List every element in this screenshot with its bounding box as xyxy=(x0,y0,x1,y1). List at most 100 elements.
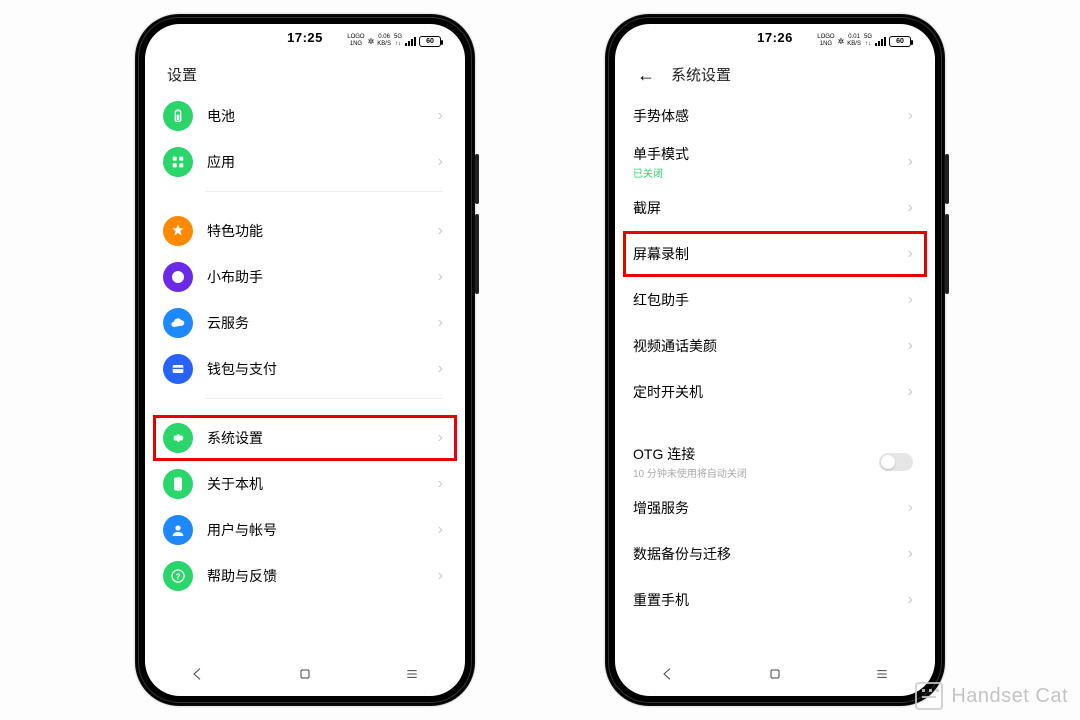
side-button xyxy=(945,214,949,294)
row-label: 系统设置 xyxy=(207,428,438,448)
settings-row[interactable]: 截屏› xyxy=(629,185,921,231)
row-text: 钱包与支付 xyxy=(207,359,438,379)
row-label: 增强服务 xyxy=(633,498,908,518)
status-time: 17:26 xyxy=(757,30,793,45)
row-text: 特色功能 xyxy=(207,221,438,241)
chevron-right-icon: › xyxy=(908,545,913,563)
nav-back[interactable] xyxy=(660,666,676,687)
row-text: 用户与帐号 xyxy=(207,520,438,540)
bt-icon: ✲ xyxy=(838,37,845,46)
watermark-logo-icon xyxy=(915,682,943,710)
screen-left: 17:25 LOGO1NG ✲ 0.06KB/S 5G↑↓ 60 设置 电池›应… xyxy=(145,24,465,696)
settings-row[interactable]: 重置手机› xyxy=(629,577,921,623)
watermark: Handset Cat xyxy=(915,682,1068,710)
net-label: LOGO1NG xyxy=(817,34,834,48)
chevron-right-icon: › xyxy=(908,499,913,517)
row-label: 截屏 xyxy=(633,198,908,218)
row-text: 小布助手 xyxy=(207,267,438,287)
settings-row[interactable]: 钱包与支付› xyxy=(159,346,451,392)
row-label: 手势体感 xyxy=(633,106,908,126)
chevron-right-icon: › xyxy=(438,107,443,125)
row-text: 重置手机 xyxy=(633,590,908,610)
row-label: 数据备份与迁移 xyxy=(633,544,908,564)
battery-icon xyxy=(163,101,193,131)
nav-home[interactable] xyxy=(297,666,313,687)
settings-row[interactable]: 增强服务› xyxy=(629,485,921,531)
row-text: OTG 连接10 分钟未使用将自动关闭 xyxy=(633,444,879,480)
svg-text:?: ? xyxy=(176,572,181,581)
cloud-icon xyxy=(163,308,193,338)
row-text: 红包助手 xyxy=(633,290,908,310)
nav-back[interactable] xyxy=(190,666,206,687)
settings-row[interactable]: 数据备份与迁移› xyxy=(629,531,921,577)
row-text: 关于本机 xyxy=(207,474,438,494)
settings-row[interactable]: 系统设置› xyxy=(159,415,451,461)
chevron-right-icon: › xyxy=(438,153,443,171)
row-label: OTG 连接 xyxy=(633,444,879,464)
settings-row[interactable]: 电池› xyxy=(159,93,451,139)
settings-list[interactable]: 电池›应用›特色功能›小布助手›云服务›钱包与支付›系统设置›关于本机›用户与帐… xyxy=(145,93,465,656)
row-text: 视频通话美颜 xyxy=(633,336,908,356)
settings-row[interactable]: 关于本机› xyxy=(159,461,451,507)
row-text: 数据备份与迁移 xyxy=(633,544,908,564)
settings-row[interactable]: 应用› xyxy=(159,139,451,185)
settings-row[interactable]: 特色功能› xyxy=(159,208,451,254)
status-bar: 17:26 LOGO1NG ✲ 0.01KB/S 5G↑↓ 60 xyxy=(615,24,935,54)
phoneinfo-icon xyxy=(163,469,193,499)
row-label: 屏幕录制 xyxy=(633,244,908,264)
row-text: 应用 xyxy=(207,152,438,172)
page-header: 设置 xyxy=(145,54,465,93)
status-right: LOGO1NG ✲ 0.01KB/S 5G↑↓ 60 xyxy=(817,34,911,48)
row-label: 帮助与反馈 xyxy=(207,566,438,586)
chevron-right-icon: › xyxy=(438,222,443,240)
row-label: 定时开关机 xyxy=(633,382,908,402)
page-header: ← 系统设置 xyxy=(615,54,935,93)
row-text: 电池 xyxy=(207,106,438,126)
back-icon[interactable]: ← xyxy=(637,66,655,84)
settings-row[interactable]: 小布助手› xyxy=(159,254,451,300)
chevron-right-icon: › xyxy=(908,199,913,217)
side-button xyxy=(475,154,479,204)
nav-recent[interactable] xyxy=(874,666,890,687)
settings-row[interactable]: 单手模式已关闭› xyxy=(629,139,921,185)
row-text: 帮助与反馈 xyxy=(207,566,438,586)
row-label: 红包助手 xyxy=(633,290,908,310)
settings-row[interactable]: 红包助手› xyxy=(629,277,921,323)
row-label: 视频通话美颜 xyxy=(633,336,908,356)
chevron-right-icon: › xyxy=(908,107,913,125)
row-text: 增强服务 xyxy=(633,498,908,518)
settings-row[interactable]: OTG 连接10 分钟未使用将自动关闭 xyxy=(629,439,921,485)
nav-home[interactable] xyxy=(767,666,783,687)
row-label: 单手模式 xyxy=(633,144,908,164)
chevron-right-icon: › xyxy=(908,291,913,309)
settings-row[interactable]: 手势体感› xyxy=(629,93,921,139)
row-text: 屏幕录制 xyxy=(633,244,908,264)
status-time: 17:25 xyxy=(287,30,323,45)
signal-icon xyxy=(405,36,416,46)
settings-row[interactable]: 云服务› xyxy=(159,300,451,346)
row-subtitle: 已关闭 xyxy=(633,165,908,180)
help-icon: ? xyxy=(163,561,193,591)
settings-list[interactable]: 手势体感›单手模式已关闭›截屏›屏幕录制›红包助手›视频通话美颜›定时开关机›O… xyxy=(615,93,935,656)
phone-mockup-right: 17:26 LOGO1NG ✲ 0.01KB/S 5G↑↓ 60 ← 系统设置 … xyxy=(605,14,945,706)
row-label: 关于本机 xyxy=(207,474,438,494)
row-text: 手势体感 xyxy=(633,106,908,126)
phone-mockup-left: 17:25 LOGO1NG ✲ 0.06KB/S 5G↑↓ 60 设置 电池›应… xyxy=(135,14,475,706)
net-label: LOGO1NG xyxy=(347,34,364,48)
nav-recent[interactable] xyxy=(404,666,420,687)
chevron-right-icon: › xyxy=(438,360,443,378)
row-label: 应用 xyxy=(207,152,438,172)
settings-row[interactable]: ?帮助与反馈› xyxy=(159,553,451,599)
settings-row[interactable]: 视频通话美颜› xyxy=(629,323,921,369)
row-label: 钱包与支付 xyxy=(207,359,438,379)
toggle-switch[interactable] xyxy=(879,453,913,471)
row-label: 小布助手 xyxy=(207,267,438,287)
row-text: 单手模式已关闭 xyxy=(633,144,908,180)
settings-row[interactable]: 用户与帐号› xyxy=(159,507,451,553)
row-label: 重置手机 xyxy=(633,590,908,610)
row-subtitle: 10 分钟未使用将自动关闭 xyxy=(633,465,879,480)
row-text: 云服务 xyxy=(207,313,438,333)
settings-row[interactable]: 屏幕录制› xyxy=(629,231,921,277)
settings-row[interactable]: 定时开关机› xyxy=(629,369,921,415)
chevron-right-icon: › xyxy=(438,429,443,447)
